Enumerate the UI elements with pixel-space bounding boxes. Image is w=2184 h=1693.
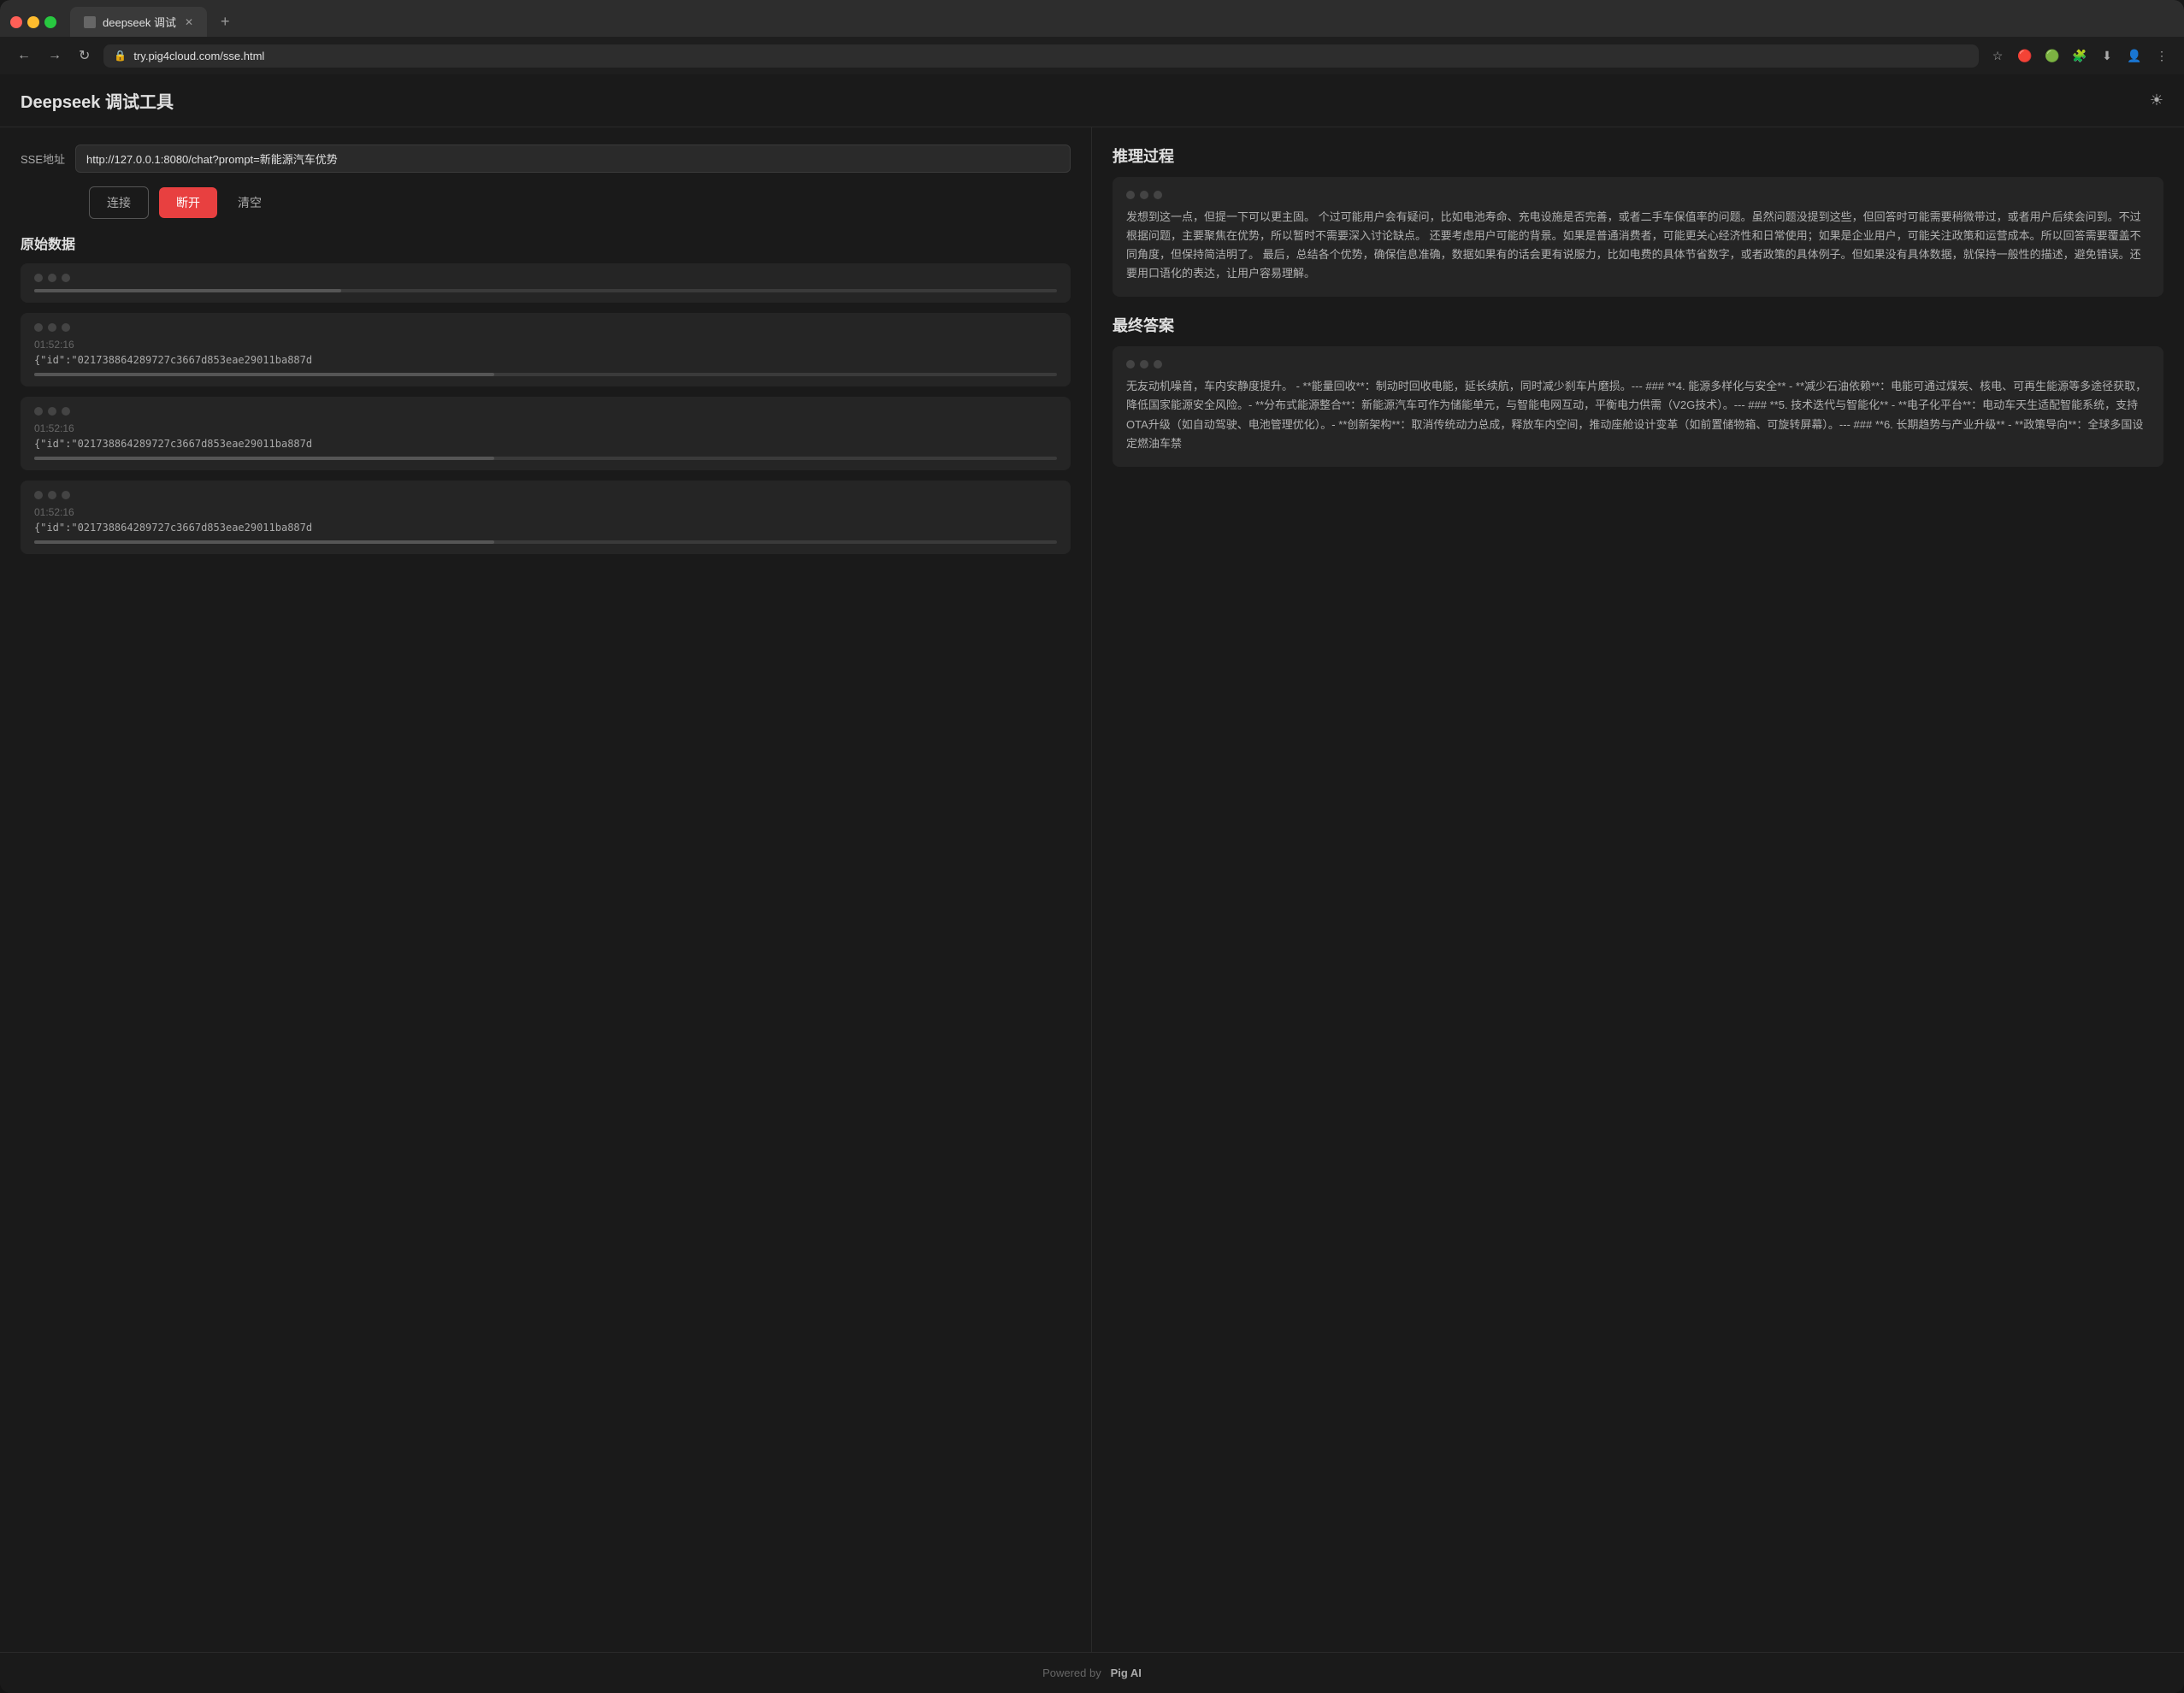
answer-text: 无友动机噪首，车内安静度提升。 - **能量回收**：制动时回收电能，延长续航，… <box>1126 377 2150 452</box>
clear-button[interactable]: 清空 <box>227 187 272 218</box>
dot-a1 <box>1126 360 1135 369</box>
left-panel: SSE地址 连接 断开 清空 原始数据 <box>0 127 1092 1652</box>
app-title: Deepseek 调试工具 <box>21 88 174 113</box>
answer-title: 最终答案 <box>1113 314 2163 336</box>
disconnect-button[interactable]: 断开 <box>159 187 217 218</box>
tab-favicon <box>84 16 96 28</box>
menu-icon[interactable]: ⋮ <box>2153 47 2170 64</box>
data-card-3: 01:52:16 {"id":"021738864289727c3667d853… <box>21 397 1071 470</box>
card-content-3: {"id":"021738864289727c3667d853eae29011b… <box>34 438 1057 450</box>
url-text: try.pig4cloud.com/sse.html <box>133 50 264 62</box>
dot-1 <box>34 407 43 416</box>
answer-box: 无友动机噪首，车内安静度提升。 - **能量回收**：制动时回收电能，延长续航，… <box>1113 346 2163 466</box>
bookmark-icon[interactable]: ☆ <box>1989 47 2006 64</box>
profile-icon[interactable]: 👤 <box>2126 47 2143 64</box>
data-card-1 <box>21 263 1071 303</box>
data-card-2: 01:52:16 {"id":"021738864289727c3667d853… <box>21 313 1071 386</box>
forward-button[interactable]: → <box>44 44 65 67</box>
dot-1 <box>34 323 43 332</box>
download-icon[interactable]: ⬇ <box>2098 47 2116 64</box>
dot-r1 <box>1126 191 1135 199</box>
window-close-button[interactable] <box>10 16 22 28</box>
dot-2 <box>48 274 56 282</box>
dot-r3 <box>1154 191 1162 199</box>
extension-icon-2[interactable]: 🟢 <box>2044 47 2061 64</box>
timestamp-4: 01:52:16 <box>34 506 1057 518</box>
reasoning-title: 推理过程 <box>1113 145 2163 167</box>
back-button[interactable]: ← <box>14 44 34 67</box>
window-maximize-button[interactable] <box>44 16 56 28</box>
tab-title: deepseek 调试 <box>103 14 176 30</box>
footer: Powered by Pig AI <box>0 1652 2184 1693</box>
dot-3 <box>62 323 70 332</box>
tab-close-button[interactable]: ✕ <box>185 16 193 28</box>
dot-r2 <box>1140 191 1148 199</box>
card-progress-1 <box>34 289 1057 292</box>
address-bar[interactable]: 🔒 try.pig4cloud.com/sse.html <box>103 44 1979 68</box>
raw-data-title: 原始数据 <box>21 233 1071 253</box>
right-panel: 推理过程 发想到这一点，但提一下可以更主固。 个过可能用户会有疑问，比如电池寿命… <box>1092 127 2184 1652</box>
card-content-4: {"id":"021738864289727c3667d853eae29011b… <box>34 522 1057 534</box>
reasoning-text: 发想到这一点，但提一下可以更主固。 个过可能用户会有疑问，比如电池寿命、充电设施… <box>1126 208 2150 283</box>
dot-3 <box>62 274 70 282</box>
dot-3 <box>62 491 70 499</box>
dot-2 <box>48 407 56 416</box>
extensions-icon[interactable]: 🧩 <box>2071 47 2088 64</box>
dot-1 <box>34 274 43 282</box>
footer-powered-text: Powered by <box>1042 1666 1101 1679</box>
reload-button[interactable]: ↻ <box>75 44 93 68</box>
dot-1 <box>34 491 43 499</box>
card-progress-2 <box>34 373 1057 376</box>
card-progress-4 <box>34 540 1057 544</box>
timestamp-2: 01:52:16 <box>34 339 1057 351</box>
dot-3 <box>62 407 70 416</box>
dot-2 <box>48 491 56 499</box>
security-icon: 🔒 <box>114 50 127 62</box>
data-card-4: 01:52:16 {"id":"021738864289727c3667d853… <box>21 481 1071 554</box>
window-minimize-button[interactable] <box>27 16 39 28</box>
sse-input[interactable] <box>75 145 1071 173</box>
theme-toggle-button[interactable]: ☀ <box>2150 91 2163 109</box>
card-progress-3 <box>34 457 1057 460</box>
footer-brand: Pig AI <box>1111 1666 1142 1679</box>
raw-data-section: 原始数据 <box>21 233 1071 554</box>
dot-a2 <box>1140 360 1148 369</box>
extension-icon-1[interactable]: 🔴 <box>2016 47 2033 64</box>
sse-label: SSE地址 <box>21 150 65 167</box>
reasoning-box: 发想到这一点，但提一下可以更主固。 个过可能用户会有疑问，比如电池寿命、充电设施… <box>1113 177 2163 297</box>
reasoning-section: 推理过程 发想到这一点，但提一下可以更主固。 个过可能用户会有疑问，比如电池寿命… <box>1113 145 2163 297</box>
connect-button[interactable]: 连接 <box>89 186 149 219</box>
card-content-2: {"id":"021738864289727c3667d853eae29011b… <box>34 354 1057 366</box>
dot-2 <box>48 323 56 332</box>
browser-tab[interactable]: deepseek 调试 ✕ <box>70 7 207 37</box>
new-tab-button[interactable]: + <box>214 9 237 34</box>
answer-section: 最终答案 无友动机噪首，车内安静度提升。 - **能量回收**：制动时回收电能，… <box>1113 314 2163 466</box>
dot-a3 <box>1154 360 1162 369</box>
timestamp-3: 01:52:16 <box>34 422 1057 434</box>
